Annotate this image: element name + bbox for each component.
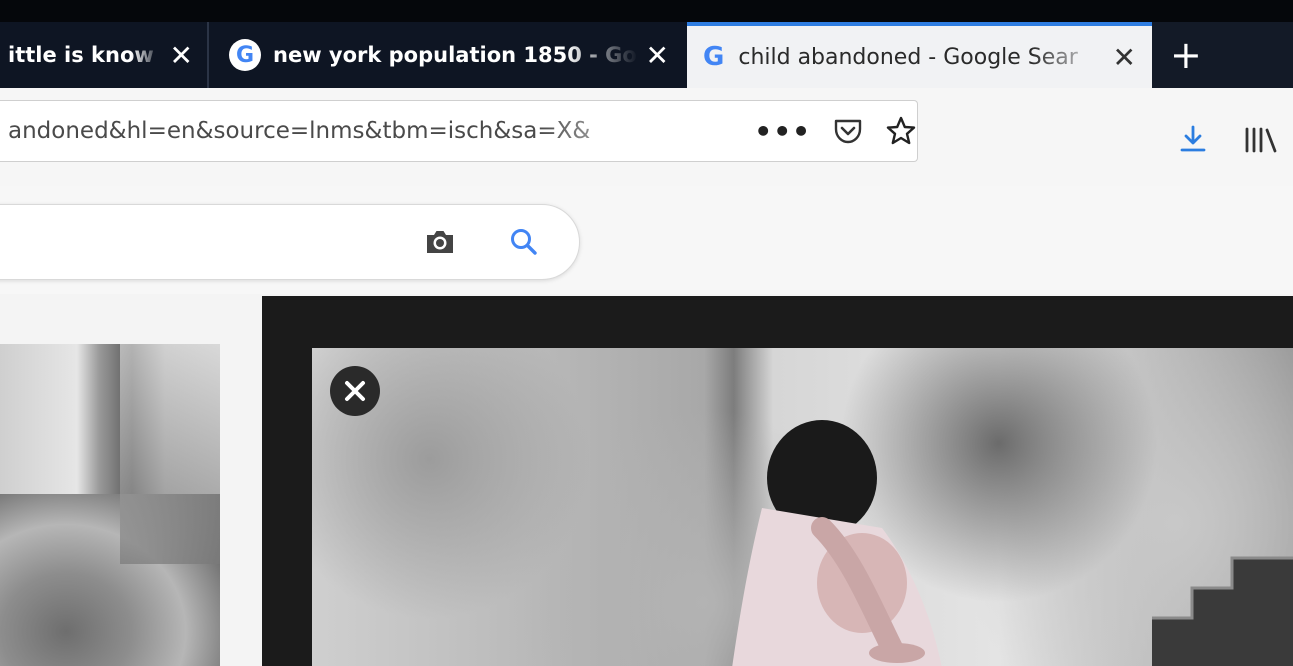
close-preview-button[interactable] [330,366,380,416]
tab-title: ittle is know [8,43,154,67]
pocket-icon[interactable] [833,117,863,145]
image-results [0,294,1293,666]
plus-icon: + [1170,33,1202,77]
bookmark-star-icon[interactable] [885,115,917,147]
library-icon[interactable] [1243,125,1279,162]
image-thumbnail[interactable] [0,344,220,666]
tab-title: child abandoned - Google Sear [738,44,1078,70]
url-text[interactable]: andoned&hl=en&source=lnms&tbm=isch&sa=X& [0,118,674,144]
google-g-icon: G [703,42,725,72]
child-figure-image [732,420,942,666]
page-actions-button[interactable]: ••• [754,115,811,148]
search-icon[interactable] [507,225,541,263]
tab-title: new york population 1850 - Go [273,43,637,67]
image-preview-panel [262,296,1293,666]
tab-close-icon[interactable]: ✕ [1113,41,1136,74]
camera-icon[interactable] [423,225,457,263]
navigation-toolbar: andoned&hl=en&source=lnms&tbm=isch&sa=X&… [0,88,1293,187]
search-input[interactable] [0,204,580,280]
tab-close-icon[interactable]: ✕ [170,39,193,72]
tab-little-is-known[interactable]: ittle is know ✕ [0,22,207,88]
google-search-header [0,186,1293,294]
close-icon [345,381,365,401]
tab-strip: ittle is know ✕ G new york population 18… [0,0,1293,88]
stairs-image [1152,556,1293,666]
download-icon[interactable] [1178,124,1208,158]
address-bar[interactable]: andoned&hl=en&source=lnms&tbm=isch&sa=X&… [0,100,918,162]
preview-image[interactable] [312,348,1293,666]
new-tab-button[interactable]: + [1152,22,1293,88]
tab-close-icon[interactable]: ✕ [646,39,669,72]
tab-child-abandoned[interactable]: G child abandoned - Google Sear ✕ [687,22,1152,88]
google-g-icon: G [229,39,261,71]
tab-new-york-population[interactable]: G new york population 1850 - Go ✕ [207,22,687,88]
